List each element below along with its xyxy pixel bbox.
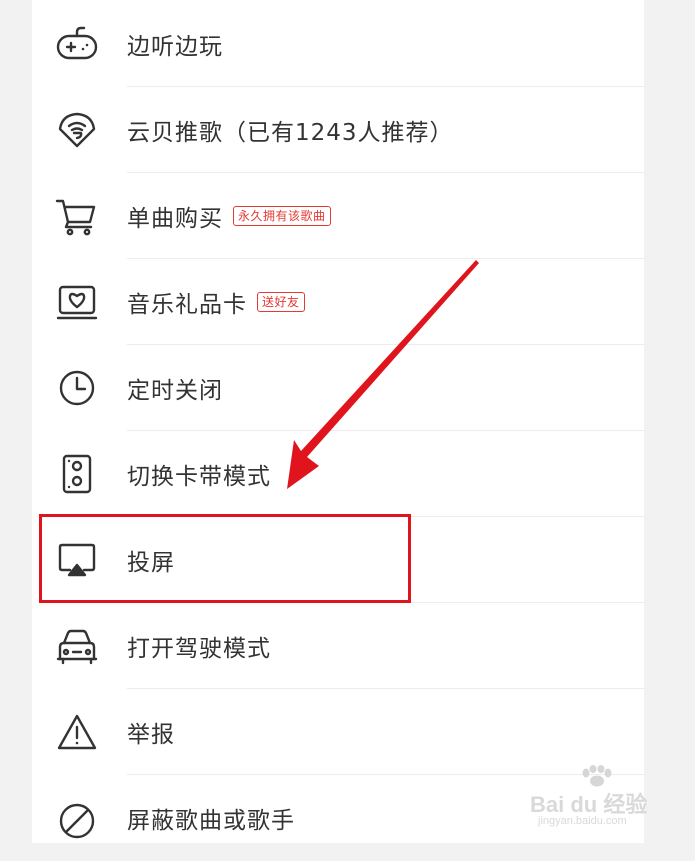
cloud-shell-icon — [54, 109, 100, 151]
car-icon — [54, 625, 100, 667]
warning-icon — [54, 711, 100, 753]
menu-item-report[interactable]: 举报 — [32, 689, 644, 775]
more-options-sheet: 边听边玩 云贝推歌（已有1243人推荐） 单曲购买 永久拥有该歌曲 音乐礼品卡 … — [32, 0, 644, 843]
shopping-cart-icon — [54, 195, 100, 237]
menu-item-music-gift-card[interactable]: 音乐礼品卡 送好友 — [32, 259, 644, 345]
menu-item-label: 云贝推歌（已有1243人推荐） — [127, 120, 454, 146]
menu-item-label: 边听边玩 — [127, 34, 223, 60]
menu-item-cloud-shell-recommend[interactable]: 云贝推歌（已有1243人推荐） — [32, 87, 644, 173]
promo-badge: 送好友 — [257, 292, 305, 312]
menu-item-label: 屏蔽歌曲或歌手 — [127, 808, 295, 834]
menu-item-label: 单曲购买 — [127, 206, 223, 232]
gamepad-icon — [54, 23, 100, 65]
menu-item-buy-single[interactable]: 单曲购买 永久拥有该歌曲 — [32, 173, 644, 259]
promo-badge: 永久拥有该歌曲 — [233, 206, 331, 226]
menu-item-label: 定时关闭 — [127, 378, 223, 404]
cassette-icon — [54, 453, 100, 495]
menu-item-driving-mode[interactable]: 打开驾驶模式 — [32, 603, 644, 689]
menu-item-listen-and-play[interactable]: 边听边玩 — [32, 1, 644, 87]
menu-item-label: 音乐礼品卡 — [127, 292, 247, 318]
gift-card-icon — [54, 281, 100, 323]
menu-item-label: 打开驾驶模式 — [127, 636, 271, 662]
menu-item-cassette-mode[interactable]: 切换卡带模式 — [32, 431, 644, 517]
menu-item-sleep-timer[interactable]: 定时关闭 — [32, 345, 644, 431]
menu-item-block-song-or-artist[interactable]: 屏蔽歌曲或歌手 — [32, 775, 644, 861]
block-icon — [54, 797, 100, 839]
menu-item-label: 切换卡带模式 — [127, 464, 271, 490]
clock-icon — [54, 367, 100, 409]
annotation-highlight-box — [39, 514, 411, 603]
menu-item-label: 举报 — [127, 722, 175, 748]
